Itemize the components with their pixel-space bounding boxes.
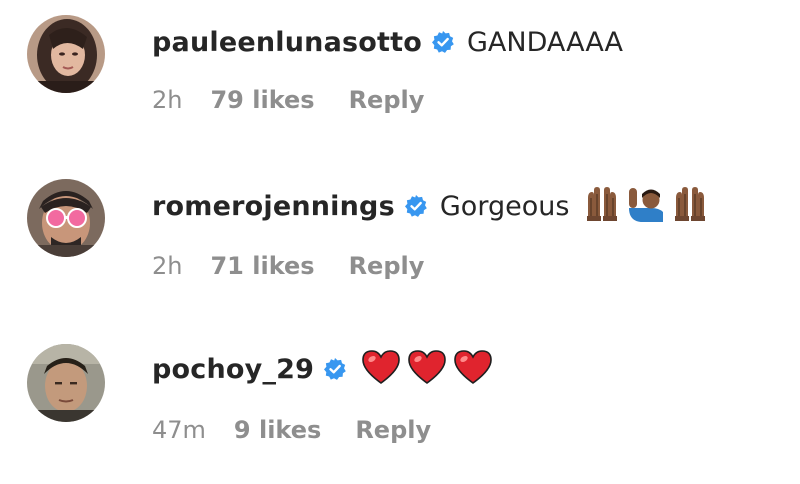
reply-button[interactable]: Reply [355,416,431,444]
verified-badge-icon [404,194,428,218]
comment-time[interactable]: 2h [152,86,182,114]
emoji-group [361,349,493,389]
emoji-group [583,186,709,226]
avatar[interactable] [27,344,105,422]
likes-count[interactable]: 9 likes [234,416,321,444]
raising-hands-icon [583,186,621,226]
avatar[interactable] [27,179,105,257]
comment-line: pochoy_29 [152,346,493,392]
raising-hand-person-icon [627,186,665,226]
red-heart-icon [453,349,493,389]
comment-item: pauleenlunasotto GANDAAAA 2h 79 likes Re… [0,0,800,140]
comment-username[interactable]: pauleenlunasotto [152,27,422,58]
comment-item: pochoy_29 47m 9 likes Reply [0,330,800,470]
comment-text: Gorgeous [439,190,570,222]
comment-time[interactable]: 47m [152,416,206,444]
comment-username[interactable]: pochoy_29 [152,354,314,385]
comment-line: pauleenlunasotto GANDAAAA [152,19,623,65]
comment-text: GANDAAAA [466,26,624,58]
comment-item: romerojennings Gorgeous 2h 71 likes Repl… [0,165,800,305]
verified-badge-icon [431,30,455,54]
reply-button[interactable]: Reply [349,86,425,114]
likes-count[interactable]: 79 likes [210,86,314,114]
comment-meta: 2h 79 likes Reply [152,84,424,116]
comment-line: romerojennings Gorgeous [152,183,709,229]
reply-button[interactable]: Reply [349,252,425,280]
comment-username[interactable]: romerojennings [152,191,395,222]
avatar[interactable] [27,15,105,93]
likes-count[interactable]: 71 likes [210,252,314,280]
red-heart-icon [361,349,401,389]
red-heart-icon [407,349,447,389]
comment-time[interactable]: 2h [152,252,182,280]
comment-meta: 47m 9 likes Reply [152,414,431,446]
verified-badge-icon [323,357,347,381]
raising-hands-icon [671,186,709,226]
comment-meta: 2h 71 likes Reply [152,250,424,282]
